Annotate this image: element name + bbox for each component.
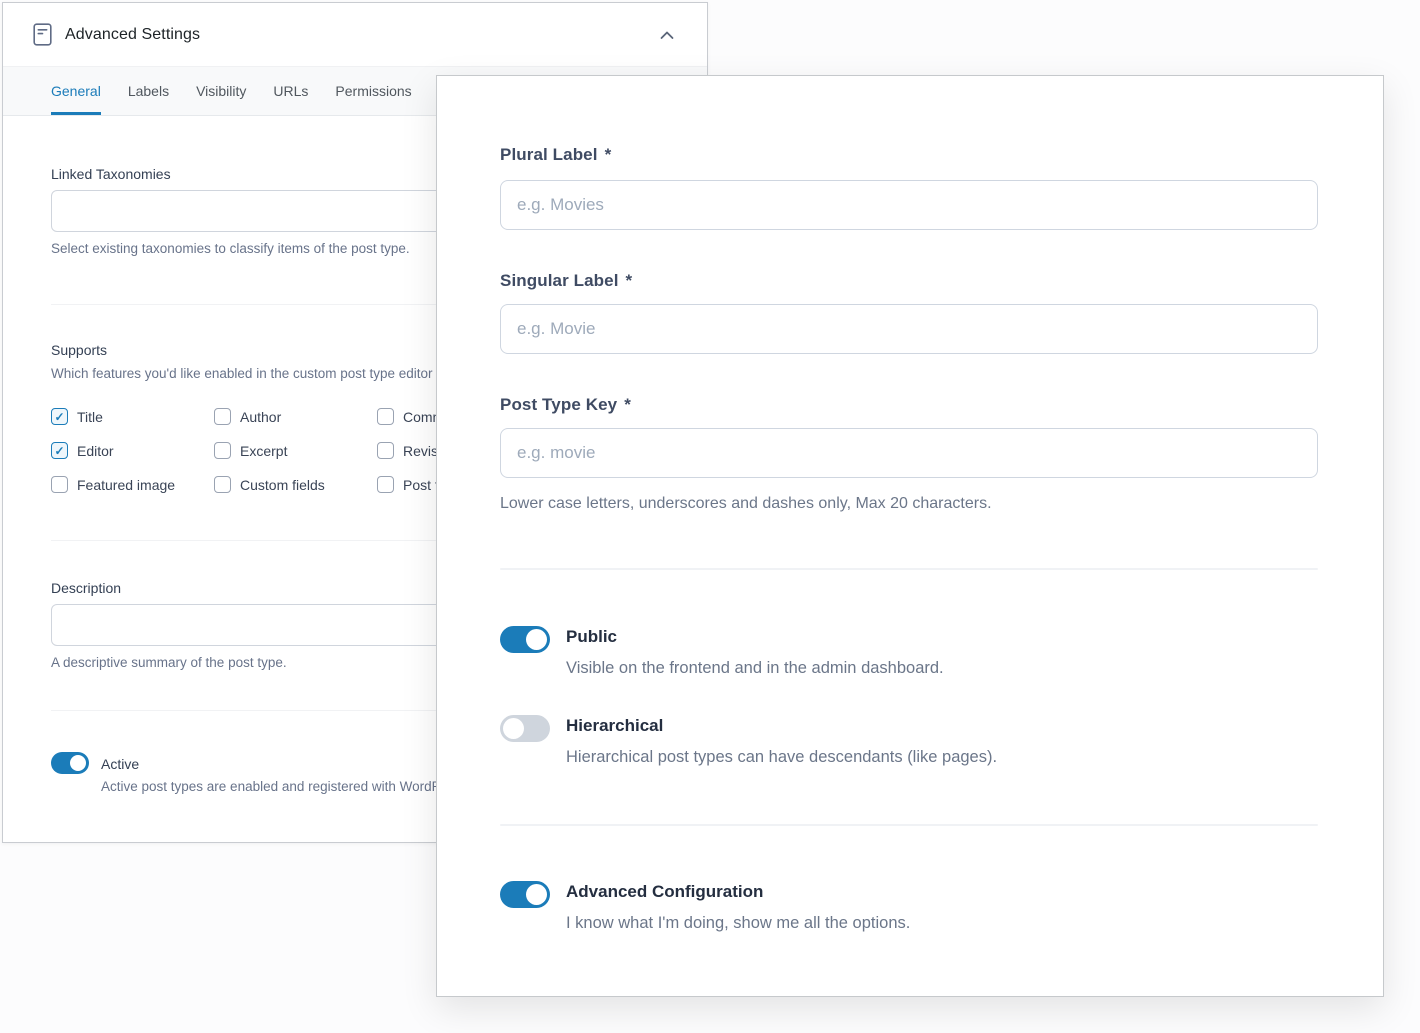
advanced-configuration-help: I know what I'm doing, show me all the o… bbox=[566, 914, 910, 933]
checkbox-icon bbox=[51, 408, 68, 425]
checkbox-label: Editor bbox=[77, 443, 114, 459]
tab-permissions[interactable]: Permissions bbox=[335, 67, 411, 115]
checkbox-icon bbox=[214, 408, 231, 425]
required-asterisk: * bbox=[626, 271, 633, 290]
active-help: Active post types are enabled and regist… bbox=[101, 779, 470, 794]
panel-title: Advanced Settings bbox=[65, 26, 200, 44]
active-toggle[interactable] bbox=[51, 752, 89, 774]
tab-labels[interactable]: Labels bbox=[128, 67, 169, 115]
public-toggle[interactable] bbox=[500, 626, 550, 653]
required-asterisk: * bbox=[624, 395, 631, 414]
advanced-configuration-label: Advanced Configuration bbox=[566, 882, 763, 902]
singular-label-label: Singular Label * bbox=[500, 271, 632, 291]
required-asterisk: * bbox=[605, 145, 612, 164]
tab-general[interactable]: General bbox=[51, 67, 101, 115]
supports-label: Supports bbox=[51, 342, 107, 358]
checkbox-icon bbox=[214, 442, 231, 459]
checkbox-icon bbox=[377, 476, 394, 493]
supports-checkbox-title[interactable]: Title bbox=[51, 408, 214, 425]
description-label: Description bbox=[51, 580, 121, 596]
field-label-text: Singular Label bbox=[500, 271, 619, 290]
supports-checkbox-author[interactable]: Author bbox=[214, 408, 377, 425]
checkbox-icon bbox=[51, 476, 68, 493]
supports-checkbox-excerpt[interactable]: Excerpt bbox=[214, 442, 377, 459]
checkbox-icon bbox=[377, 408, 394, 425]
supports-checkbox-custom-fields[interactable]: Custom fields bbox=[214, 476, 377, 493]
supports-checkbox-featured-image[interactable]: Featured image bbox=[51, 476, 214, 493]
advanced-configuration-toggle[interactable] bbox=[500, 881, 550, 908]
post-type-key-input[interactable] bbox=[500, 428, 1318, 478]
tab-urls[interactable]: URLs bbox=[273, 67, 308, 115]
public-help: Visible on the frontend and in the admin… bbox=[566, 659, 944, 678]
plural-label-label: Plural Label * bbox=[500, 145, 611, 165]
supports-checkbox-editor[interactable]: Editor bbox=[51, 442, 214, 459]
post-document-icon bbox=[33, 23, 52, 46]
tab-visibility[interactable]: Visibility bbox=[196, 67, 246, 115]
checkbox-label: Excerpt bbox=[240, 443, 287, 459]
supports-help: Which features you'd like enabled in the… bbox=[51, 366, 433, 381]
panel-header: Advanced Settings bbox=[3, 3, 707, 66]
collapse-button[interactable] bbox=[655, 25, 679, 45]
checkbox-icon bbox=[214, 476, 231, 493]
linked-taxonomies-help: Select existing taxonomies to classify i… bbox=[51, 241, 410, 256]
hierarchical-label: Hierarchical bbox=[566, 716, 663, 736]
post-type-key-label: Post Type Key * bbox=[500, 395, 631, 415]
post-type-modal-panel: Plural Label * Singular Label * Post Type … bbox=[436, 75, 1384, 997]
checkbox-label: Title bbox=[77, 409, 103, 425]
divider bbox=[500, 824, 1318, 826]
post-type-key-help: Lower case letters, underscores and dash… bbox=[500, 495, 992, 513]
checkbox-icon bbox=[51, 442, 68, 459]
checkbox-label: Featured image bbox=[77, 477, 175, 493]
chevron-up-icon bbox=[659, 29, 675, 41]
plural-label-input[interactable] bbox=[500, 180, 1318, 230]
divider bbox=[500, 568, 1318, 570]
description-help: A descriptive summary of the post type. bbox=[51, 655, 287, 670]
field-label-text: Post Type Key bbox=[500, 395, 617, 414]
singular-label-input[interactable] bbox=[500, 304, 1318, 354]
hierarchical-help: Hierarchical post types can have descend… bbox=[566, 748, 997, 767]
hierarchical-toggle[interactable] bbox=[500, 715, 550, 742]
checkbox-icon bbox=[377, 442, 394, 459]
active-label: Active bbox=[101, 756, 139, 772]
checkbox-label: Custom fields bbox=[240, 477, 325, 493]
public-label: Public bbox=[566, 627, 617, 647]
field-label-text: Plural Label bbox=[500, 145, 598, 164]
checkbox-label: Author bbox=[240, 409, 281, 425]
linked-taxonomies-label: Linked Taxonomies bbox=[51, 166, 171, 182]
